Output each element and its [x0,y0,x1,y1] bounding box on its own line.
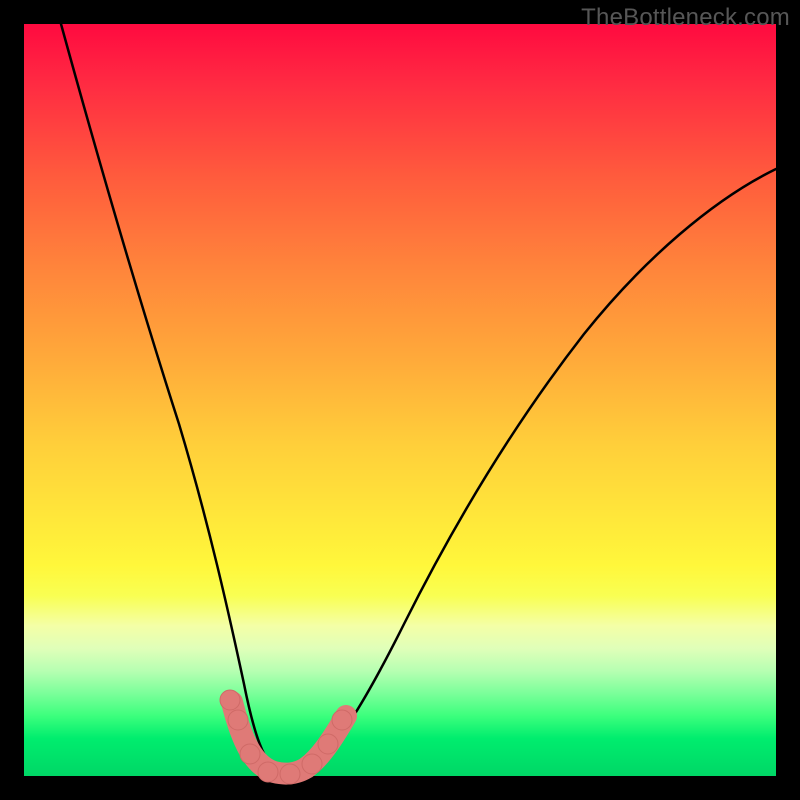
bottleneck-curve [61,24,776,774]
marker-dot [258,762,278,782]
chart-svg [24,24,776,776]
marker-dot [302,754,322,774]
marker-dot [220,690,240,710]
marker-dot [240,744,260,764]
marker-dot [318,734,338,754]
marker-dot [280,764,300,784]
plot-area [24,24,776,776]
marker-dot [332,710,352,730]
watermark-text: TheBottleneck.com [581,4,790,32]
marker-dot [228,710,248,730]
outer-frame: TheBottleneck.com [0,0,800,800]
